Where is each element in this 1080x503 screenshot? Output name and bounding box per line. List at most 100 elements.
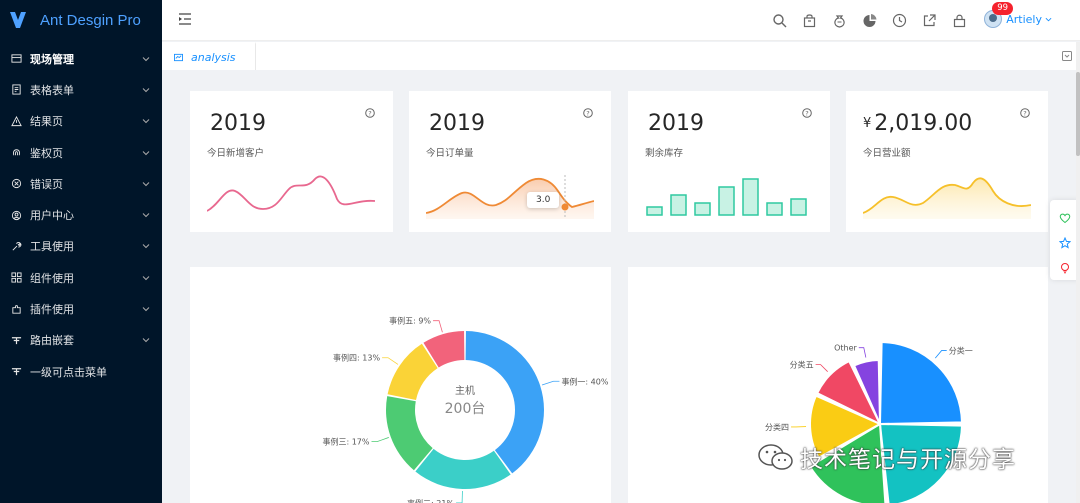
sidebar-item[interactable]: 现场管理	[0, 43, 162, 74]
stat-value: 2019	[210, 111, 266, 136]
pie-icon[interactable]	[861, 12, 878, 29]
tab-analysis[interactable]: analysis	[164, 42, 256, 70]
stat-value: 2019	[429, 111, 485, 136]
chevron-down-icon	[142, 119, 150, 124]
donut-slice-label: 事例一: 40%	[561, 376, 608, 386]
sidebar: Ant Desgin Pro 现场管理表格表单结果页鉴权页错误页用户中心工具使用…	[0, 0, 162, 503]
sidebar-item-label: 一级可点击菜单	[30, 365, 107, 379]
tabs-bar: analysis	[162, 42, 1080, 70]
bar	[646, 206, 663, 216]
donut-chart: 事例一: 40% 事例二: 21% 事例三: 17% 事例四: 13% 事例五: 9%	[322, 316, 609, 503]
star-icon[interactable]	[1058, 234, 1072, 249]
sidebar-item[interactable]: 用户中心	[0, 199, 162, 230]
donut-label-line	[382, 357, 399, 365]
sparkline-bars	[646, 178, 807, 216]
lock-icon[interactable]	[951, 12, 968, 29]
sidebar-item-label: 工具使用	[30, 240, 74, 254]
question-circle-icon[interactable]: ?	[802, 108, 812, 118]
money-bag-icon[interactable]	[831, 12, 848, 29]
chart-tooltip: 3.0	[527, 192, 560, 208]
sidebar-item[interactable]: 路由嵌套	[0, 325, 162, 356]
donut-chart-card: 事例一: 40%事例二: 21%事例三: 17%事例四: 13%事例五: 9% …	[190, 267, 611, 503]
bar	[766, 202, 783, 216]
brand-name: Ant Desgin Pro	[40, 11, 141, 29]
route-icon	[10, 366, 22, 378]
username: Artiely	[1006, 12, 1042, 26]
donut-center-title: 主机	[455, 386, 475, 397]
tabs-more-icon[interactable]	[1062, 51, 1072, 61]
donut-slice-label: 事例二: 21%	[407, 498, 454, 503]
sidebar-item-label: 错误页	[30, 177, 63, 191]
donut-label-line	[433, 320, 443, 333]
bar	[790, 198, 807, 216]
rose-petal-label: 分类四	[765, 422, 789, 432]
sidebar-item-label: 现场管理	[30, 52, 74, 66]
bar	[718, 186, 735, 216]
scrollbar-thumb[interactable]	[1076, 72, 1080, 156]
notification-badge: 99	[992, 2, 1014, 15]
chevron-down-icon	[1045, 17, 1052, 21]
sidebar-item-label: 结果页	[30, 115, 63, 129]
tab-label: analysis	[191, 50, 236, 64]
donut-slice-label: 事例四: 13%	[333, 353, 380, 363]
clock-icon[interactable]	[891, 12, 908, 29]
sidebar-item[interactable]: 一级可点击菜单	[0, 356, 162, 387]
sparkline-area	[426, 175, 594, 219]
external-link-icon[interactable]	[921, 12, 938, 29]
stat-label: 今日新增客户	[207, 148, 265, 159]
sidebar-item-label: 用户中心	[30, 209, 74, 223]
stat-card-revenue: ¥2,019.00 今日营业额 ?	[846, 91, 1048, 232]
rose-label-line	[815, 364, 828, 372]
rose-petal-label: 分类一	[949, 345, 973, 355]
sidebar-item[interactable]: 插件使用	[0, 293, 162, 324]
sparkline-area	[863, 177, 1031, 219]
plugin-icon	[10, 303, 22, 315]
rose-label-line	[934, 350, 947, 359]
chevron-down-icon	[142, 307, 150, 312]
sidebar-item[interactable]: 鉴权页	[0, 137, 162, 168]
svg-text:?: ?	[368, 109, 371, 117]
donut-slice-label: 事例三: 17%	[322, 437, 369, 447]
chevron-down-icon	[142, 150, 150, 155]
rose-petal-label: Other	[834, 344, 857, 353]
bag-icon[interactable]	[801, 12, 818, 29]
svg-text:?: ?	[586, 109, 589, 117]
sidebar-menu: 现场管理表格表单结果页鉴权页错误页用户中心工具使用组件使用插件使用路由嵌套一级可…	[0, 43, 162, 387]
question-circle-icon[interactable]: ?	[1020, 108, 1030, 118]
sidebar-item[interactable]: 表格表单	[0, 74, 162, 105]
bar	[694, 202, 711, 216]
top-header: 99 Artiely	[162, 0, 1080, 41]
stat-card-orders: 2019 今日订单量 ? 3.0	[409, 91, 611, 232]
bulb-icon[interactable]	[1059, 259, 1071, 274]
sidebar-item[interactable]: 工具使用	[0, 231, 162, 262]
sidebar-item-label: 插件使用	[30, 303, 74, 317]
sidebar-item[interactable]: 结果页	[0, 106, 162, 137]
heart-icon[interactable]	[1059, 209, 1071, 224]
svg-text:?: ?	[1023, 109, 1026, 117]
sidebar-item[interactable]: 错误页	[0, 168, 162, 199]
question-circle-icon[interactable]: ?	[583, 108, 593, 118]
sidebar-item-label: 组件使用	[30, 271, 74, 285]
rose-label-line	[858, 347, 867, 358]
stat-card-customers: 2019 今日新增客户 ?	[190, 91, 393, 232]
search-icon[interactable]	[771, 12, 788, 29]
stat-value: ¥2,019.00	[863, 111, 973, 136]
menu-fold-icon[interactable]	[178, 12, 192, 26]
user-menu[interactable]: 99 Artiely	[984, 2, 1052, 28]
user-icon	[10, 209, 22, 221]
question-circle-icon[interactable]: ?	[365, 108, 375, 118]
donut-slice-label: 事例五: 9%	[389, 316, 431, 326]
watermark-text: 技术笔记与开源分享	[800, 447, 1016, 473]
error-icon	[10, 178, 22, 190]
chevron-down-icon	[142, 275, 150, 280]
sidebar-item[interactable]: 组件使用	[0, 262, 162, 293]
logo[interactable]: Ant Desgin Pro	[0, 0, 162, 40]
grid-icon	[10, 272, 22, 284]
donut-slice[interactable]	[415, 448, 511, 489]
chevron-down-icon	[142, 88, 150, 93]
sidebar-item-label: 路由嵌套	[30, 334, 74, 348]
donut-center-value: 200台	[444, 401, 486, 417]
dashboard-icon	[174, 53, 183, 61]
logo-icon	[10, 12, 26, 28]
chevron-down-icon	[142, 56, 150, 61]
